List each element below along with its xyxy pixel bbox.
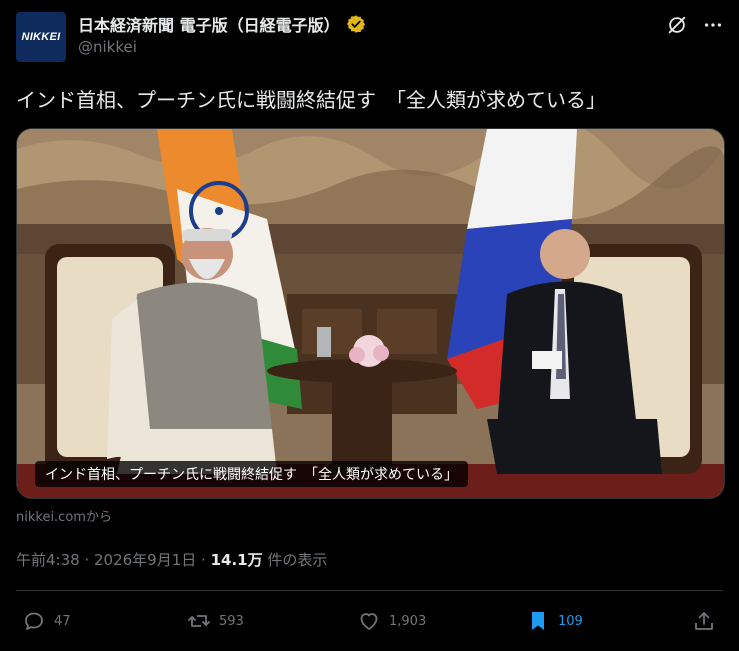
handle[interactable]: @nikkei [78, 38, 137, 56]
divider [16, 590, 723, 591]
display-name[interactable]: 日本経済新聞 電子版（日経電子版） [78, 12, 340, 36]
reply-icon [25, 612, 43, 630]
share-icon [695, 612, 713, 630]
avatar-logo-text: NIKKEI [21, 31, 61, 43]
tweet-time[interactable]: 午前4:38 [16, 551, 80, 569]
repost-button[interactable]: 593 [187, 609, 244, 633]
news-photo [17, 129, 724, 498]
like-button[interactable]: 1,903 [357, 609, 426, 633]
like-count: 1,903 [389, 613, 427, 629]
repost-icon [188, 615, 210, 627]
grok-button[interactable] [664, 12, 690, 38]
like-icon [360, 613, 378, 630]
tweet-detail: NIKKEI 日本経済新聞 電子版（日経電子版） @nikkei インド首相、プ… [0, 0, 739, 651]
card-caption: インド首相、プーチン氏に戦闘終結促す 「全人類が求めている」 [35, 461, 468, 487]
more-button[interactable] [700, 12, 726, 38]
link-card[interactable]: インド首相、プーチン氏に戦闘終結促す 「全人類が求めている」 [16, 128, 725, 499]
verified-badge-icon [346, 15, 365, 33]
grok-icon [668, 16, 686, 34]
views-label: 件の表示 [262, 551, 328, 569]
meta-separator: · [79, 551, 94, 569]
more-icon [704, 23, 722, 27]
repost-count: 593 [219, 613, 244, 629]
bookmark-count: 109 [558, 613, 583, 629]
tweet-text: インド首相、プーチン氏に戦闘終結促す 「全人類が求めている」 [16, 88, 606, 112]
avatar[interactable]: NIKKEI [16, 12, 66, 62]
bookmark-icon [532, 612, 544, 630]
reply-button[interactable]: 47 [22, 609, 71, 633]
tweet-meta: 午前4:38 · 2026年9月1日 · 14.1万 件の表示 [16, 549, 327, 570]
meta-separator-2: · [196, 551, 211, 569]
tweet-date[interactable]: 2026年9月1日 [94, 551, 196, 569]
bookmark-button[interactable]: 109 [526, 609, 583, 633]
reply-count: 47 [54, 613, 71, 629]
author-name-row[interactable]: 日本経済新聞 電子版（日経電子版） [78, 12, 366, 36]
views-count: 14.1万 [210, 551, 263, 569]
link-source[interactable]: nikkei.comから [16, 506, 112, 525]
share-button[interactable] [692, 609, 716, 633]
